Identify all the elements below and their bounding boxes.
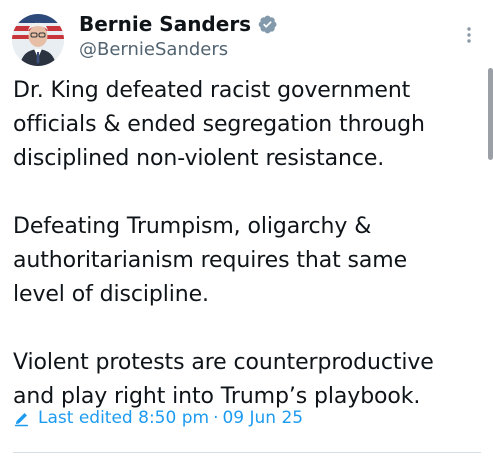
avatar-image — [12, 14, 64, 66]
tweet-paragraph: Violent protests are counterproductive a… — [13, 350, 434, 409]
edited-separator: · — [213, 408, 219, 428]
author-handle[interactable]: @BernieSanders — [79, 38, 228, 62]
scrollbar[interactable] — [488, 68, 493, 160]
edited-time: 8:50 pm — [138, 408, 210, 428]
verified-badge-icon[interactable] — [257, 14, 278, 35]
pencil-icon — [13, 410, 30, 427]
tweet-paragraph: Defeating Trumpism, oligarchy & authorit… — [13, 214, 408, 307]
edited-date: 09 Jun 25 — [222, 408, 304, 428]
divider — [13, 452, 481, 453]
avatar[interactable] — [12, 14, 64, 66]
author-name-row: Bernie Sanders — [79, 11, 278, 37]
tweet-card: Bernie Sanders @BernieSanders Dr. King d… — [0, 0, 493, 468]
tweet-paragraph: Dr. King defeated racist government offi… — [13, 78, 425, 171]
last-edited-link[interactable]: Last edited 8:50 pm · 09 Jun 25 — [13, 406, 303, 430]
more-vertical-icon[interactable] — [460, 24, 478, 46]
edited-label: Last edited — [38, 408, 133, 428]
author-display-name[interactable]: Bernie Sanders — [79, 11, 251, 37]
tweet-text: Dr. King defeated racist government offi… — [13, 74, 478, 414]
